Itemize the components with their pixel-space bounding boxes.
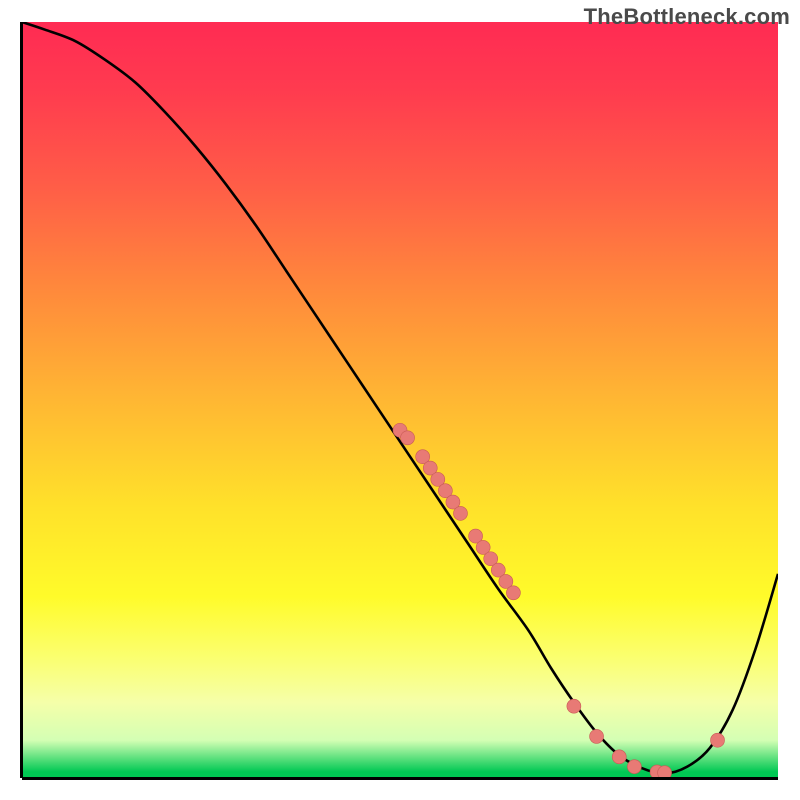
plot-area bbox=[22, 22, 778, 778]
data-marker bbox=[401, 431, 415, 445]
frame-mask bbox=[778, 0, 800, 800]
data-marker bbox=[612, 750, 626, 764]
x-axis bbox=[22, 777, 778, 780]
data-marker bbox=[627, 760, 641, 774]
y-axis bbox=[20, 22, 23, 778]
data-markers bbox=[393, 423, 725, 778]
data-marker bbox=[590, 729, 604, 743]
bottleneck-curve bbox=[22, 22, 778, 773]
frame-mask bbox=[0, 0, 22, 800]
frame-mask bbox=[0, 0, 800, 22]
chart-svg bbox=[22, 22, 778, 778]
data-marker bbox=[453, 506, 467, 520]
bottleneck-chart: TheBottleneck.com bbox=[0, 0, 800, 800]
data-marker bbox=[711, 733, 725, 747]
data-marker bbox=[567, 699, 581, 713]
frame-mask bbox=[0, 778, 800, 800]
data-marker bbox=[506, 586, 520, 600]
